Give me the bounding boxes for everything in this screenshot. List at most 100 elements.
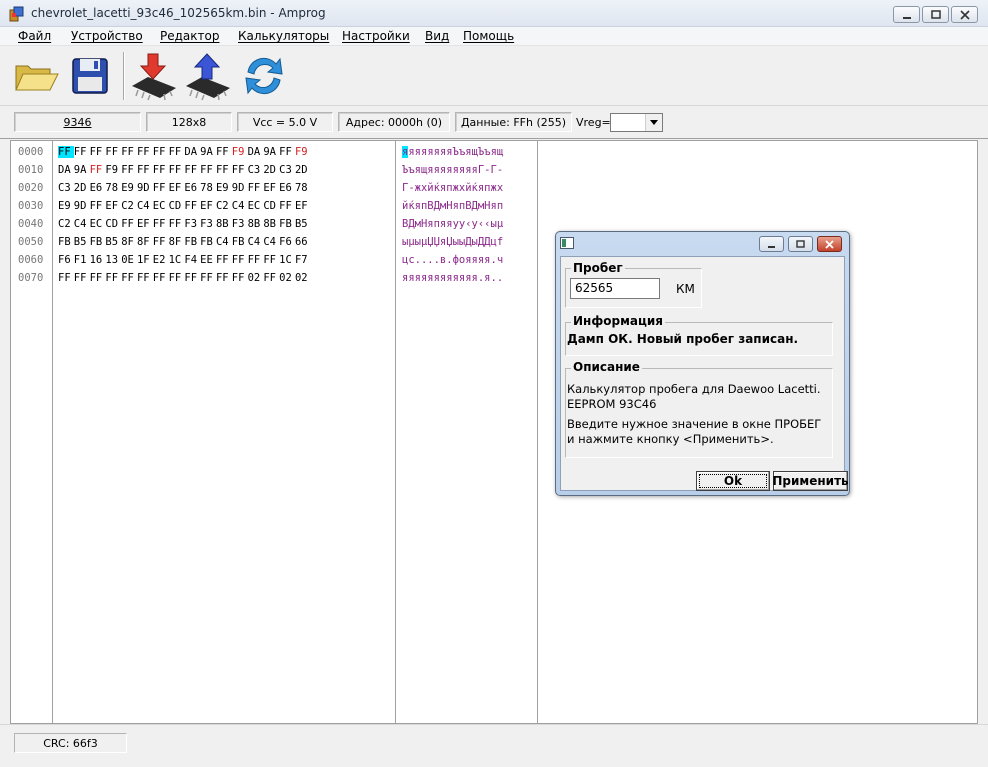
hex-byte[interactable]: DA — [184, 146, 200, 158]
hex-byte[interactable]: F9 — [295, 146, 311, 158]
dialog-maximize-button[interactable] — [788, 236, 813, 252]
hex-byte[interactable]: FF — [169, 218, 185, 230]
hex-byte[interactable]: EF — [295, 200, 311, 212]
ascii-row[interactable]: ыµыµЏЏяЏыыДыДДцf — [402, 236, 503, 248]
hex-byte[interactable]: CD — [105, 218, 121, 230]
hex-byte[interactable]: FF — [216, 254, 232, 266]
hex-byte[interactable]: FF — [216, 272, 232, 284]
hex-byte[interactable]: 8B — [248, 218, 264, 230]
hex-byte[interactable]: 1C — [169, 254, 185, 266]
hex-byte[interactable]: 02 — [295, 272, 311, 284]
hex-byte[interactable]: EF — [137, 218, 153, 230]
hex-byte[interactable]: FF — [153, 146, 169, 158]
minimize-button[interactable] — [893, 6, 920, 23]
hex-byte[interactable]: DA — [58, 164, 74, 176]
hex-byte[interactable]: FF — [232, 254, 248, 266]
hex-byte[interactable]: FF — [137, 272, 153, 284]
hex-byte[interactable]: EF — [263, 182, 279, 194]
hex-byte[interactable]: FB — [58, 236, 74, 248]
hex-byte[interactable]: 78 — [105, 182, 121, 194]
hex-byte[interactable]: 16 — [90, 254, 106, 266]
hex-byte[interactable]: FF — [200, 272, 216, 284]
hex-byte[interactable]: FF — [216, 164, 232, 176]
hex-byte[interactable]: DA — [248, 146, 264, 158]
verify-button[interactable] — [238, 50, 290, 102]
hex-byte[interactable]: C2 — [216, 200, 232, 212]
hex-byte[interactable]: FF — [169, 164, 185, 176]
hex-byte[interactable]: FF — [248, 254, 264, 266]
hex-byte[interactable]: F3 — [184, 218, 200, 230]
hex-byte[interactable]: FF — [90, 272, 106, 284]
hex-byte[interactable]: E9 — [121, 182, 137, 194]
hex-byte[interactable]: F7 — [295, 254, 311, 266]
ascii-row[interactable]: ЪъящяяяяяяяяГ-Г- — [402, 164, 503, 176]
hex-byte[interactable]: B5 — [295, 218, 311, 230]
hex-byte[interactable]: 66 — [295, 236, 311, 248]
hex-byte[interactable]: FF — [169, 146, 185, 158]
hex-byte[interactable]: 8F — [137, 236, 153, 248]
hex-byte[interactable]: FF — [200, 164, 216, 176]
dialog-close-button[interactable] — [817, 236, 842, 252]
hex-byte[interactable]: 13 — [105, 254, 121, 266]
read-button[interactable] — [128, 50, 180, 102]
hex-byte[interactable]: 1C — [279, 254, 295, 266]
hex-byte[interactable]: FF — [279, 200, 295, 212]
hex-byte[interactable]: E6 — [279, 182, 295, 194]
hex-byte[interactable]: C3 — [248, 164, 264, 176]
hex-byte[interactable]: F6 — [58, 254, 74, 266]
menu-help[interactable]: Помощь — [463, 29, 514, 43]
menu-file[interactable]: Файл — [18, 29, 51, 43]
hex-byte[interactable]: FF — [153, 218, 169, 230]
hex-byte[interactable]: 9D — [232, 182, 248, 194]
hex-byte[interactable]: 78 — [295, 182, 311, 194]
maximize-button[interactable] — [922, 6, 949, 23]
ascii-row[interactable]: Г-жхйќяпжхйќяпжх — [402, 182, 503, 194]
hex-byte[interactable]: FF — [153, 236, 169, 248]
hex-byte[interactable]: E2 — [153, 254, 169, 266]
hex-byte[interactable]: FF — [263, 254, 279, 266]
hex-byte[interactable]: 9D — [137, 182, 153, 194]
hex-byte[interactable]: CD — [263, 200, 279, 212]
hex-byte[interactable]: FF — [279, 146, 295, 158]
hex-byte[interactable]: FF — [153, 164, 169, 176]
hex-byte[interactable]: C4 — [263, 236, 279, 248]
hex-byte[interactable]: FF — [90, 146, 106, 158]
hex-byte[interactable]: FF — [153, 272, 169, 284]
ascii-row[interactable]: ВДмНяпяяуу‹у‹‹ыµ — [402, 218, 503, 230]
hex-byte[interactable]: EF — [105, 200, 121, 212]
ascii-row[interactable]: цс....в.фояяяя.ч — [402, 254, 503, 266]
hex-byte[interactable]: FB — [184, 236, 200, 248]
mileage-input[interactable]: 62565 — [570, 278, 660, 299]
hex-byte[interactable]: E9 — [58, 200, 74, 212]
hex-byte[interactable]: 9A — [263, 146, 279, 158]
hex-byte[interactable]: E9 — [216, 182, 232, 194]
hex-byte[interactable]: 8B — [263, 218, 279, 230]
hex-byte[interactable]: FF — [184, 200, 200, 212]
hex-byte[interactable]: F6 — [279, 236, 295, 248]
dialog-minimize-button[interactable] — [759, 236, 784, 252]
hex-byte[interactable]: 8F — [121, 236, 137, 248]
hex-byte[interactable]: FB — [232, 236, 248, 248]
hex-byte[interactable]: F4 — [184, 254, 200, 266]
menu-settings[interactable]: Настройки — [342, 29, 410, 43]
hex-byte[interactable]: C4 — [248, 236, 264, 248]
hex-byte[interactable]: FF — [232, 164, 248, 176]
hex-byte[interactable]: C3 — [58, 182, 74, 194]
hex-byte[interactable]: 9A — [200, 146, 216, 158]
hex-byte[interactable]: E6 — [184, 182, 200, 194]
hex-byte[interactable]: F1 — [74, 254, 90, 266]
hex-byte[interactable]: B5 — [74, 236, 90, 248]
hex-byte[interactable]: FF — [58, 146, 74, 158]
save-button[interactable] — [64, 50, 116, 102]
hex-byte[interactable]: FF — [248, 182, 264, 194]
hex-byte[interactable]: FF — [74, 146, 90, 158]
hex-byte[interactable]: C4 — [74, 218, 90, 230]
hex-byte[interactable]: FF — [90, 200, 106, 212]
hex-byte[interactable]: FF — [58, 272, 74, 284]
hex-byte[interactable]: C2 — [121, 200, 137, 212]
close-button[interactable] — [951, 6, 978, 23]
hex-byte[interactable]: C3 — [279, 164, 295, 176]
hex-byte[interactable]: 2D — [263, 164, 279, 176]
hex-byte[interactable]: 2D — [295, 164, 311, 176]
hex-byte[interactable]: 9A — [74, 164, 90, 176]
